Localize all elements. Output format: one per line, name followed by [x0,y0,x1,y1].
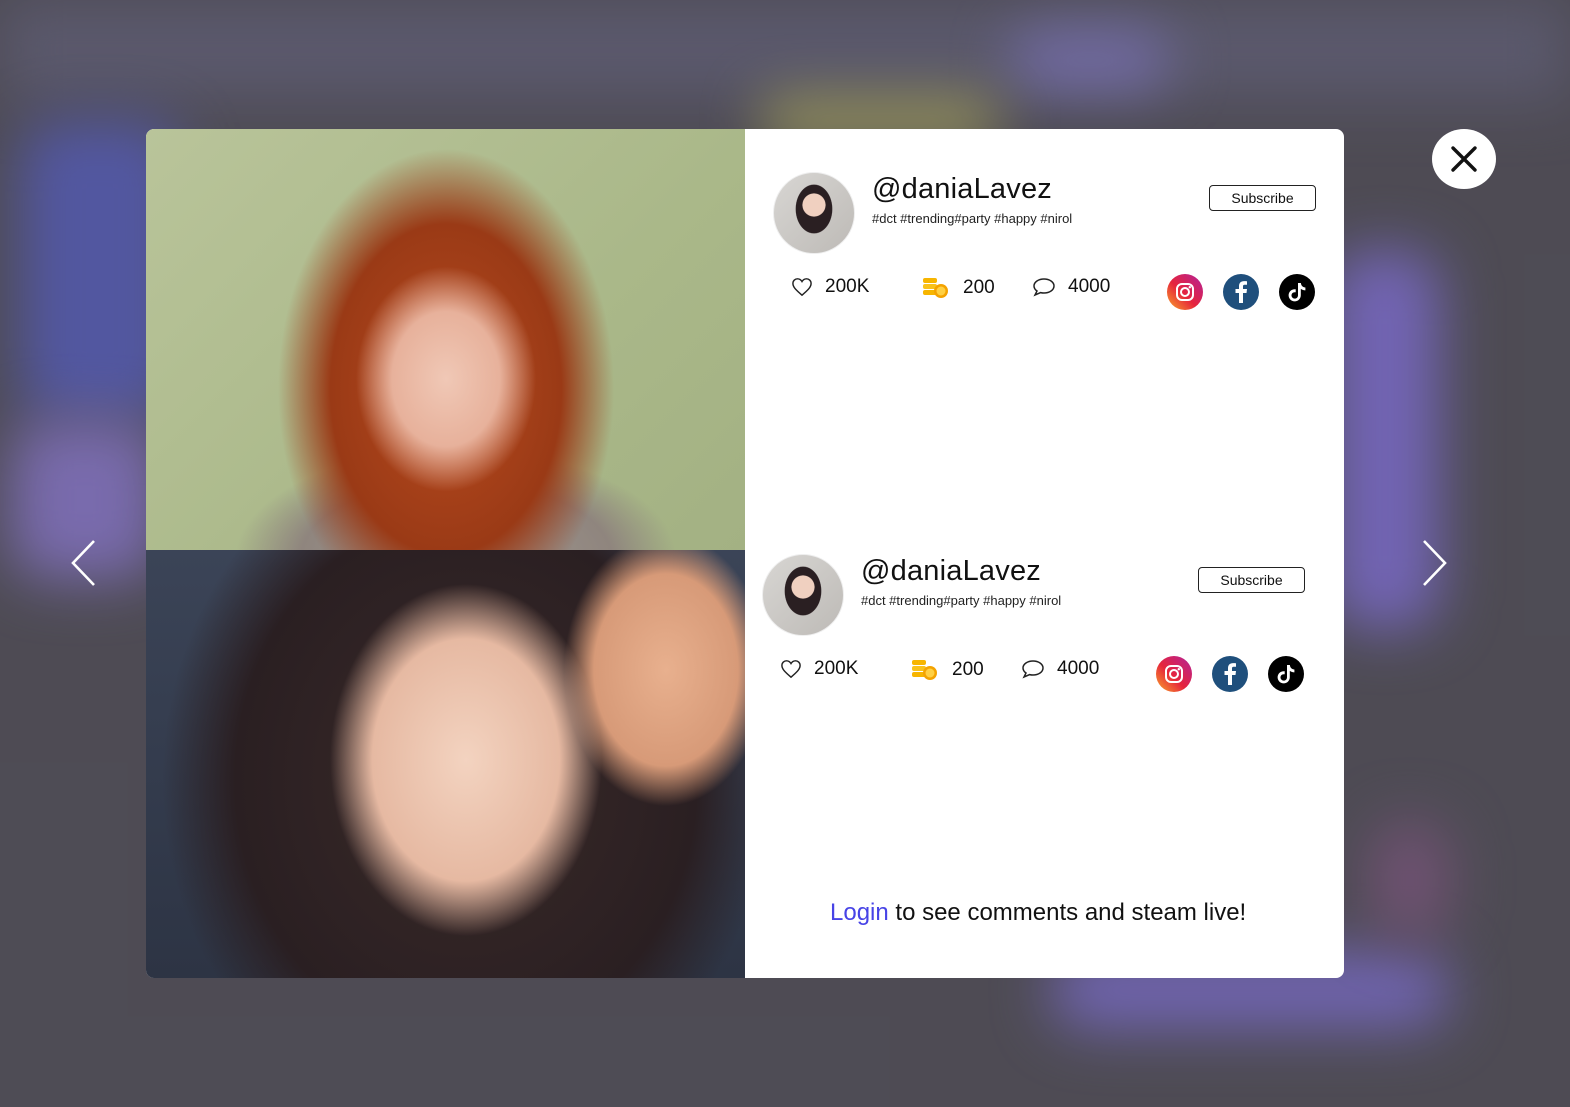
hashtags: #dct #trending#party #happy #nirol [872,211,1073,226]
close-button[interactable] [1432,129,1496,189]
comments-stat[interactable]: 4000 [1032,276,1110,298]
facebook-icon[interactable] [1212,656,1248,692]
subscribe-button[interactable]: Subscribe [1198,567,1305,593]
chevron-left-icon [71,540,95,586]
next-button[interactable] [1414,533,1454,593]
avatar[interactable] [762,554,844,636]
chevron-right-icon [1423,540,1447,586]
comments-count: 4000 [1057,658,1100,679]
post-photo-1[interactable] [146,129,745,550]
instagram-icon[interactable] [1167,274,1203,310]
post-modal: @daniaLavez #dct #trending#party #happy … [146,129,1344,978]
coins-count: 200 [952,659,984,680]
coins-stat[interactable]: 200 [921,276,995,300]
previous-button[interactable] [64,533,104,593]
likes-stat[interactable]: 200K [791,276,869,298]
avatar[interactable] [773,172,855,254]
heart-icon [781,660,801,679]
login-prompt: Login to see comments and steam live! [830,899,1246,927]
tiktok-icon[interactable] [1268,656,1304,692]
post-photo-2[interactable] [146,550,745,978]
likes-count: 200K [814,658,859,679]
username[interactable]: @daniaLavez [861,555,1041,588]
comment-icon [1022,660,1044,679]
login-link[interactable]: Login [830,899,889,926]
coins-icon [923,278,948,298]
login-prompt-text: to see comments and steam live! [888,899,1247,926]
facebook-icon[interactable] [1223,274,1259,310]
coins-count: 200 [963,277,995,298]
instagram-icon[interactable] [1156,656,1192,692]
hashtags: #dct #trending#party #happy #nirol [861,593,1062,608]
likes-count: 200K [825,276,870,297]
comments-stat[interactable]: 4000 [1021,658,1099,680]
coins-stat[interactable]: 200 [910,658,984,682]
username[interactable]: @daniaLavez [872,173,1052,206]
close-icon [1451,146,1477,172]
tiktok-icon[interactable] [1279,274,1315,310]
heart-icon [792,278,812,297]
subscribe-button[interactable]: Subscribe [1209,185,1316,211]
comments-count: 4000 [1068,276,1111,297]
coins-icon [912,660,937,680]
comment-icon [1033,278,1055,297]
likes-stat[interactable]: 200K [780,658,858,680]
